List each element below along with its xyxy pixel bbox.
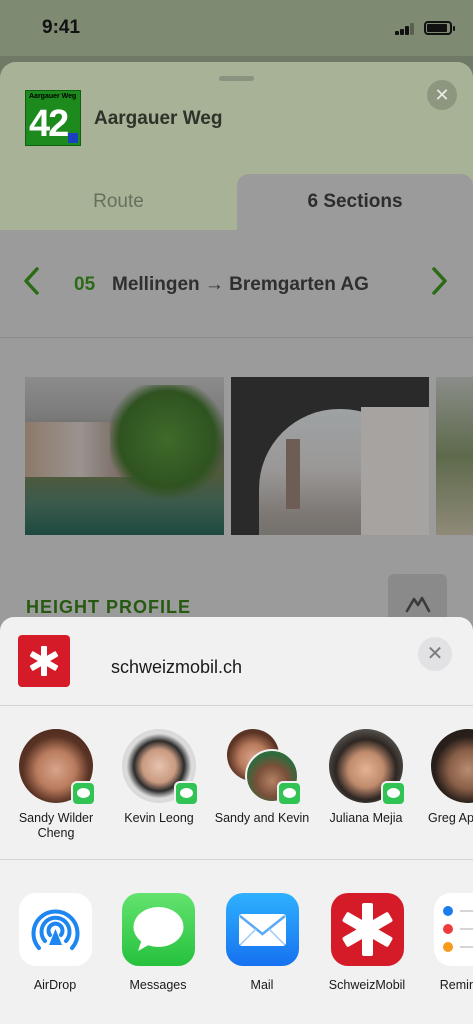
schweizmobil-logo-icon: [18, 635, 70, 687]
share-url: schweizmobil.ch: [111, 657, 243, 677]
mail-icon: [225, 893, 299, 966]
share-sheet: schweizmobil.ch ✕ Sandy Wilder Cheng Kev…: [0, 617, 473, 1024]
contact-name: Juliana Mejia: [329, 811, 403, 825]
people-suggestions: Sandy Wilder Cheng Kevin Leong Sandy and…: [0, 707, 473, 860]
previous-section-chevron-icon[interactable]: [21, 266, 41, 304]
contact-suggestion[interactable]: Kevin Leong: [109, 729, 209, 826]
section-photo[interactable]: [25, 377, 224, 535]
share-header: schweizmobil.ch ✕: [0, 617, 473, 706]
route-logo-number: 42: [29, 103, 69, 145]
share-close-button[interactable]: ✕: [418, 637, 452, 671]
share-app-airdrop[interactable]: AirDrop: [5, 893, 105, 992]
reminders-icon: [433, 893, 473, 966]
messages-badge-icon: [174, 781, 199, 806]
app-name: Mail: [250, 978, 274, 992]
avatar: [225, 729, 302, 806]
share-app-reminders[interactable]: Reminders: [420, 893, 473, 992]
schweizmobil-icon: [330, 893, 404, 966]
messages-badge-icon: [277, 781, 302, 806]
section-photo[interactable]: [436, 377, 473, 535]
height-profile-title: HEIGHT PROFILE: [26, 597, 192, 617]
battery-icon: [424, 21, 455, 35]
contact-suggestion[interactable]: Sandy and Kevin: [212, 729, 312, 826]
contact-suggestion[interactable]: Greg Apodaca: [418, 729, 473, 826]
contact-name: Sandy Wilder Cheng: [18, 811, 94, 840]
airdrop-icon: [18, 893, 92, 966]
route-logo-badge: [68, 133, 78, 143]
messages-badge-icon: [71, 781, 96, 806]
route-close-button[interactable]: ✕: [427, 80, 457, 110]
share-app-messages[interactable]: Messages: [108, 893, 208, 992]
avatar: [329, 729, 406, 806]
mountain-icon: [405, 596, 431, 613]
contact-suggestion[interactable]: Juliana Mejia: [316, 729, 416, 826]
app-name: AirDrop: [33, 978, 77, 992]
app-name: Reminders: [439, 978, 473, 992]
route-logo-title: Aargauer Weg: [29, 93, 77, 100]
share-app-schweizmobil[interactable]: SchweizMobil: [317, 893, 417, 992]
share-apps: AirDrop Messages Mail SchweizMobil Remin: [0, 861, 473, 1024]
avatar: [19, 729, 96, 806]
tab-sections[interactable]: 6 Sections: [237, 174, 473, 230]
share-app-mail[interactable]: Mail: [212, 893, 312, 992]
section-navigator: 05 Mellingen → Bremgarten AG: [0, 230, 473, 338]
app-name: Messages: [129, 978, 187, 992]
contact-name: Greg Apodaca: [428, 811, 473, 825]
cellular-signal-icon: [395, 23, 417, 35]
status-bar: 9:41: [0, 0, 473, 56]
next-section-chevron-icon[interactable]: [430, 266, 450, 304]
section-photo[interactable]: [231, 377, 429, 535]
route-logo: Aargauer Weg 42: [25, 90, 81, 146]
section-number: 05: [74, 274, 96, 295]
avatar: [122, 729, 199, 806]
app-name: SchweizMobil: [328, 978, 406, 992]
contact-suggestion[interactable]: Sandy Wilder Cheng: [6, 729, 106, 841]
route-name: Aargauer Weg: [94, 108, 223, 129]
tab-route[interactable]: Route: [0, 174, 237, 230]
avatar: [431, 729, 473, 803]
contact-name: Kevin Leong: [124, 811, 194, 825]
messages-badge-icon: [381, 781, 406, 806]
sheet-grabber[interactable]: [219, 76, 254, 81]
contact-name: Sandy and Kevin: [214, 811, 310, 825]
section-title: Mellingen → Bremgarten AG: [112, 274, 369, 295]
status-time: 9:41: [42, 17, 81, 38]
messages-app-icon: [121, 893, 195, 966]
